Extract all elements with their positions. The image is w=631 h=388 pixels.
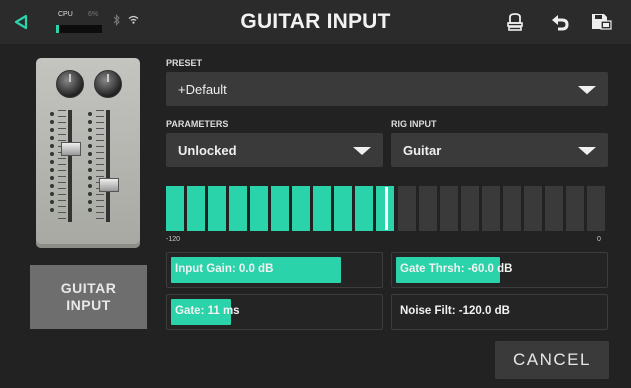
tuner-icon[interactable] bbox=[505, 12, 525, 32]
meter-min-label: -120 bbox=[166, 236, 181, 243]
fader-scale bbox=[58, 110, 66, 222]
meter-segment bbox=[250, 186, 268, 231]
noise-filter-control[interactable]: Noise Filt: -120.0 dB bbox=[391, 294, 608, 330]
meter-segment bbox=[545, 186, 563, 231]
knob-icon bbox=[56, 70, 84, 98]
undo-icon[interactable] bbox=[550, 12, 570, 32]
preset-label: PRESET bbox=[166, 58, 203, 68]
rig-input-label: RIG INPUT bbox=[391, 119, 437, 129]
rig-input-dropdown[interactable]: Guitar bbox=[391, 133, 608, 167]
rig-input-value: Guitar bbox=[403, 143, 442, 158]
led-column bbox=[50, 112, 54, 216]
peak-marker bbox=[385, 187, 388, 230]
preset-dropdown[interactable]: +Default bbox=[166, 72, 608, 106]
noise-filter-value: Noise Filt: -120.0 dB bbox=[400, 305, 510, 317]
guitar-input-button-label: GUITAR INPUT bbox=[60, 280, 117, 313]
meter-segment bbox=[503, 186, 521, 231]
meter-segment bbox=[440, 186, 458, 231]
meter-segment bbox=[292, 186, 310, 231]
parameters-value: Unlocked bbox=[178, 143, 237, 158]
top-bar: CPU 6% GUITAR INPUT bbox=[0, 0, 631, 44]
meter-segment bbox=[355, 186, 373, 231]
input-device-image bbox=[36, 58, 140, 248]
parameters-label: PARAMETERS bbox=[166, 119, 229, 129]
meter-segment bbox=[419, 186, 437, 231]
meter-segment bbox=[566, 186, 584, 231]
chevron-down-icon bbox=[578, 147, 596, 155]
fader-slot bbox=[68, 110, 72, 222]
parameters-dropdown[interactable]: Unlocked bbox=[166, 133, 383, 167]
gate-control[interactable]: Gate: 11 ms bbox=[166, 294, 383, 330]
meter-segment bbox=[524, 186, 542, 231]
meter-segment bbox=[587, 186, 605, 231]
fader-handle-icon bbox=[61, 142, 81, 156]
meter-segment bbox=[208, 186, 226, 231]
meter-segment bbox=[482, 186, 500, 231]
preset-value: +Default bbox=[178, 82, 227, 97]
input-gain-control[interactable]: Input Gain: 0.0 dB bbox=[166, 252, 383, 288]
input-gain-value: Input Gain: 0.0 dB bbox=[175, 263, 274, 275]
knob-icon bbox=[94, 70, 122, 98]
meter-segment bbox=[461, 186, 479, 231]
meter-segment bbox=[166, 186, 184, 231]
guitar-input-button[interactable]: GUITAR INPUT bbox=[30, 265, 147, 329]
meter-segment bbox=[334, 186, 352, 231]
page-title: GUITAR INPUT bbox=[240, 10, 391, 33]
gate-threshold-value: Gate Thrsh: -60.0 dB bbox=[400, 263, 513, 275]
meter-segment bbox=[313, 186, 331, 231]
chevron-down-icon bbox=[353, 147, 371, 155]
gate-value: Gate: 11 ms bbox=[175, 305, 240, 317]
chevron-down-icon bbox=[578, 86, 596, 94]
fader-scale bbox=[96, 110, 104, 222]
meter-max-label: 0 bbox=[597, 236, 601, 243]
meter-segment bbox=[187, 186, 205, 231]
meter-segment bbox=[229, 186, 247, 231]
gate-threshold-control[interactable]: Gate Thrsh: -60.0 dB bbox=[391, 252, 608, 288]
fader-slot bbox=[106, 110, 110, 222]
cancel-button[interactable]: CANCEL bbox=[495, 341, 609, 379]
led-column bbox=[88, 112, 92, 216]
meter-segment bbox=[271, 186, 289, 231]
save-icon[interactable] bbox=[590, 12, 612, 32]
meter-segment bbox=[398, 186, 416, 231]
fader-handle-icon bbox=[99, 178, 119, 192]
